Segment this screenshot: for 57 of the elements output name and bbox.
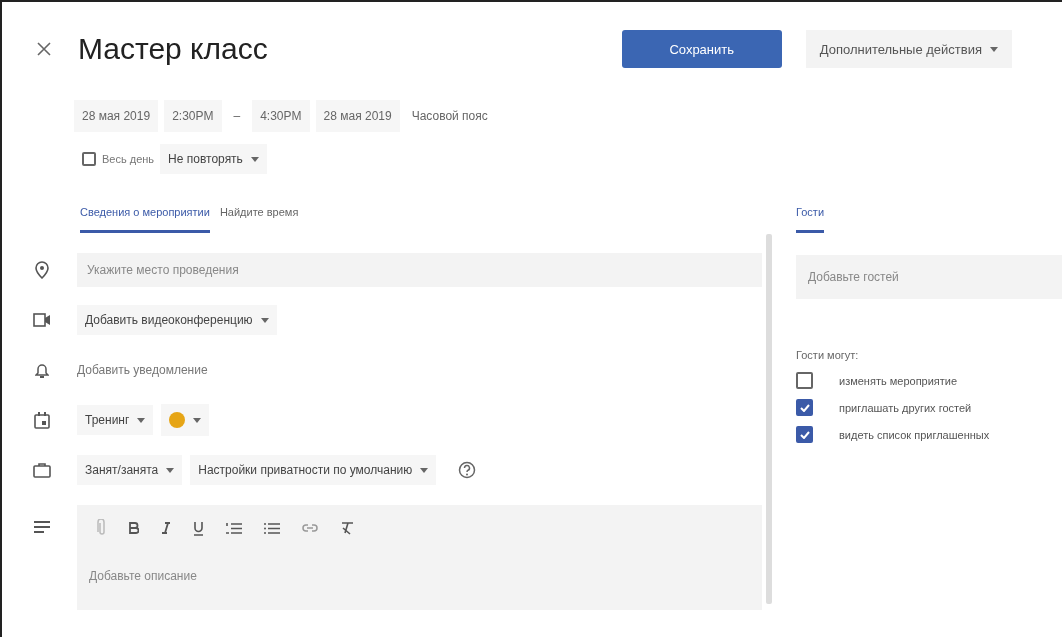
- add-notification-link[interactable]: Добавить уведомление: [77, 363, 208, 377]
- help-icon[interactable]: [458, 461, 477, 479]
- checkbox[interactable]: [796, 399, 813, 416]
- link-icon[interactable]: [302, 524, 318, 532]
- close-icon[interactable]: [36, 41, 52, 57]
- checkbox[interactable]: [796, 372, 813, 389]
- repeat-dropdown[interactable]: Не повторять: [160, 144, 267, 174]
- all-day-label: Весь день: [102, 153, 155, 165]
- event-title[interactable]: Мастер класс: [78, 32, 622, 66]
- scrollbar[interactable]: [766, 234, 772, 604]
- calendar-dropdown[interactable]: Тренинг: [77, 405, 154, 435]
- checkmark-icon: [799, 430, 810, 439]
- dash: –: [232, 109, 242, 123]
- caret-icon: [166, 467, 175, 473]
- caret-icon: [250, 156, 259, 162]
- caret-icon: [137, 417, 146, 423]
- caret-icon: [260, 317, 269, 323]
- checkbox[interactable]: [796, 426, 813, 443]
- briefcase-icon: [33, 462, 51, 478]
- description-field[interactable]: Добавьте описание: [77, 551, 762, 610]
- date-field[interactable]: 28 мая 2019: [74, 100, 159, 132]
- text-align-icon: [34, 521, 50, 533]
- caret-icon: [420, 467, 429, 473]
- video-conference-dropdown[interactable]: Добавить видеоконференцию: [77, 305, 277, 335]
- underline-icon[interactable]: [193, 520, 204, 536]
- clear-formatting-icon[interactable]: [340, 521, 354, 535]
- permission-label: приглашать других гостей: [839, 401, 972, 414]
- checkmark-icon: [799, 403, 810, 412]
- more-actions-button[interactable]: Дополнительные действия: [805, 30, 1012, 68]
- bell-icon: [35, 362, 49, 378]
- permissions-heading: Гости могут:: [796, 349, 860, 361]
- tab[interactable]: Сведения о мероприятии: [80, 202, 210, 233]
- permission-label: видеть список приглашенных: [839, 428, 990, 441]
- color-dropdown[interactable]: [161, 404, 210, 436]
- add-guests-field[interactable]: Добавьте гостей: [796, 255, 1062, 299]
- calendar-icon: [34, 411, 50, 429]
- bold-icon[interactable]: [129, 522, 139, 534]
- location-pin-icon: [35, 261, 49, 279]
- paperclip-icon[interactable]: [97, 519, 107, 537]
- tab[interactable]: Найдите время: [219, 202, 299, 233]
- privacy-dropdown[interactable]: Настройки приватности по умолчанию: [190, 455, 437, 485]
- location-field[interactable]: Укажите место проведения: [77, 253, 762, 287]
- permission-label: изменять мероприятие: [839, 374, 958, 387]
- availability-dropdown[interactable]: Занят/занята: [77, 455, 183, 485]
- italic-icon[interactable]: [161, 522, 171, 534]
- video-camera-icon: [33, 313, 51, 327]
- time-field[interactable]: 2:30PM: [164, 100, 222, 132]
- caret-icon: [990, 46, 998, 52]
- numbered-list-icon[interactable]: [226, 521, 242, 535]
- date-field[interactable]: 28 мая 2019: [315, 100, 400, 132]
- timezone-link[interactable]: Часовой пояс: [405, 109, 494, 123]
- caret-icon: [193, 417, 202, 423]
- bulleted-list-icon[interactable]: [264, 521, 280, 535]
- time-field[interactable]: 4:30PM: [252, 100, 310, 132]
- save-button[interactable]: Сохранить: [621, 30, 782, 68]
- checkbox[interactable]: [82, 152, 96, 166]
- tab[interactable]: Гости: [796, 202, 825, 233]
